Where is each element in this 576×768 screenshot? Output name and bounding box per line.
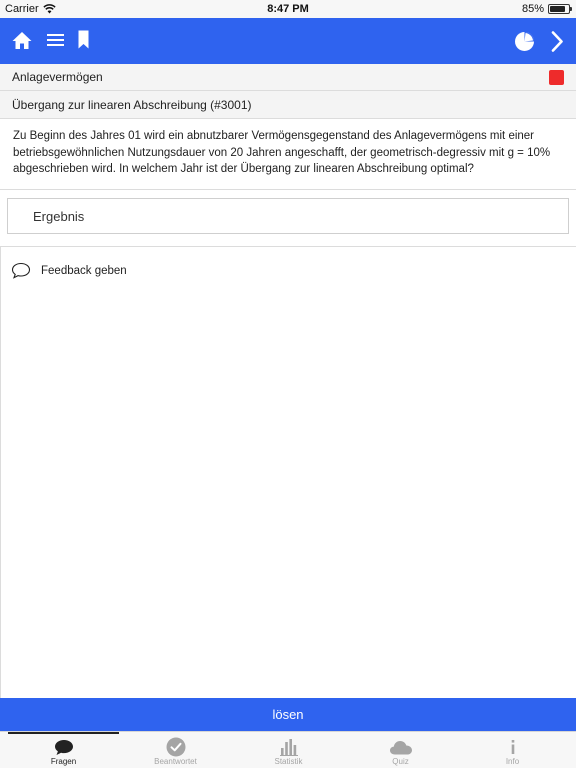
category-label: Anlagevermögen: [12, 70, 103, 84]
home-icon[interactable]: [11, 29, 33, 51]
tab-fragen[interactable]: Fragen: [6, 732, 121, 768]
result-input[interactable]: [7, 198, 569, 234]
category-header: Anlagevermögen: [0, 64, 576, 91]
battery-icon: [548, 4, 572, 14]
tab-fragen-label: Fragen: [50, 757, 77, 766]
content-border: [0, 247, 1, 698]
bookmark-icon[interactable]: [75, 28, 91, 50]
question-text: Zu Beginn des Jahres 01 wird ein abnutzb…: [0, 119, 576, 190]
checkmark-circle-icon: [166, 737, 186, 757]
status-bar: Carrier 8:47 PM 85%: [0, 0, 576, 18]
question-title: Übergang zur linearen Abschreibung (#300…: [12, 97, 252, 112]
stop-icon[interactable]: [549, 70, 564, 85]
speech-bubble-icon: [54, 737, 74, 757]
menu-icon[interactable]: [45, 29, 65, 51]
pie-chart-icon[interactable]: [513, 30, 535, 52]
battery-info: 85%: [521, 3, 572, 15]
battery-percent: 85%: [521, 3, 544, 15]
section-divider: [0, 246, 576, 247]
chevron-right-icon[interactable]: [548, 29, 566, 53]
cloud-icon: [389, 737, 413, 757]
speech-bubble-outline-icon: [11, 262, 31, 279]
feedback-label: Feedback geben: [41, 264, 127, 277]
question-title-row: Übergang zur linearen Abschreibung (#300…: [0, 91, 576, 119]
tab-quiz[interactable]: Quiz: [343, 732, 458, 768]
tab-statistik-label: Statistik: [274, 757, 303, 766]
feedback-link[interactable]: Feedback geben: [11, 262, 127, 279]
solve-button[interactable]: lösen: [0, 698, 576, 731]
navigation-bar: [0, 18, 576, 64]
info-icon: [509, 737, 517, 757]
battery-level: [550, 6, 566, 12]
tab-beantwortet-label: Beantwortet: [154, 757, 197, 766]
tab-info[interactable]: Info: [455, 732, 570, 768]
tab-beantwortet[interactable]: Beantwortet: [118, 732, 233, 768]
tab-quiz-label: Quiz: [392, 757, 409, 766]
tab-bar: Fragen Beantwortet Statistik Quiz Info: [0, 731, 576, 768]
tab-statistik[interactable]: Statistik: [231, 732, 346, 768]
clock: 8:47 PM: [267, 3, 309, 15]
bar-chart-icon: [279, 737, 298, 757]
tab-info-label: Info: [505, 757, 520, 766]
